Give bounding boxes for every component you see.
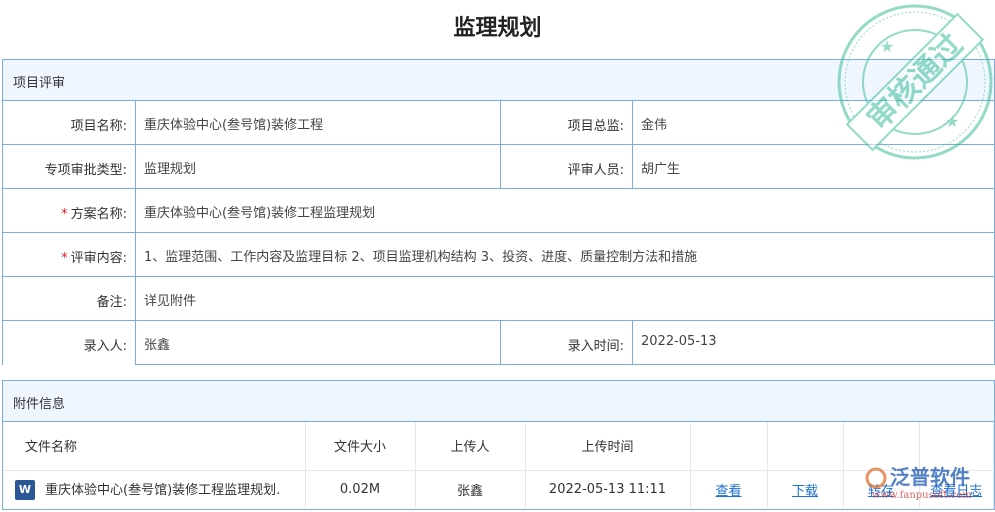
file-name: 重庆体验中心(叁号馆)装修工程监理规划. <box>45 482 281 498</box>
field-label: 评审人员: <box>501 145 633 188</box>
field-label: 项目名称: <box>3 101 136 144</box>
view-log-link[interactable]: 查看日志 <box>930 484 982 499</box>
field-label: 备注: <box>3 277 136 320</box>
table-row: W 重庆体验中心(叁号馆)装修工程监理规划. 0.02M 张鑫 2022-05-1… <box>3 470 994 508</box>
section-header: 项目评审 <box>3 60 994 101</box>
director-value: 金伟 <box>641 118 668 133</box>
col-header: 文件大小 <box>305 422 416 471</box>
field-label: * 评审内容: <box>3 233 136 276</box>
attachments-table: 文件名称 文件大小 上传人 上传时间 W 重庆体验中心(叁号馆)装修工程监理规划.… <box>3 422 994 508</box>
field-label: 项目总监: <box>501 101 633 144</box>
save-link[interactable]: 转存 <box>868 484 894 499</box>
field-label: 专项审批类型: <box>3 145 136 188</box>
project-name-value: 重庆体验中心(叁号馆)装修工程 <box>136 101 501 144</box>
project-review-section: 项目评审 项目名称: 重庆体验中心(叁号馆)装修工程 项目总监: 金伟 专项审批… <box>2 59 995 365</box>
col-header: 上传人 <box>415 422 526 471</box>
download-link[interactable]: 下载 <box>792 484 818 499</box>
entered-by-value: 张鑫 <box>136 321 501 365</box>
page-title: 监理规划 <box>453 16 542 41</box>
field-label: 录入时间: <box>501 321 633 365</box>
view-link[interactable]: 查看 <box>715 484 741 499</box>
required-mark: * <box>61 207 68 222</box>
attachments-section: 附件信息 文件名称 文件大小 上传人 上传时间 W 重庆体验中心(叁号馆)装修工程… <box>2 380 995 510</box>
field-label: 录入人: <box>3 321 136 365</box>
uploader: 张鑫 <box>415 470 526 508</box>
reviewer-value: 胡广生 <box>641 162 681 177</box>
section-header: 附件信息 <box>3 381 994 422</box>
content-value: 1、监理范围、工作内容及监理目标 2、项目监理机构结构 3、投资、进度、质量控制… <box>144 250 698 265</box>
upload-time: 2022-05-13 11:11 <box>525 470 691 508</box>
required-mark: * <box>61 251 68 266</box>
type-value: 监理规划 <box>136 145 501 188</box>
content-label: 评审内容: <box>70 251 127 266</box>
col-header: 文件名称 <box>3 422 306 471</box>
plan-value: 重庆体验中心(叁号馆)装修工程监理规划 <box>144 206 376 221</box>
field-label: * 方案名称: <box>3 189 136 232</box>
col-header: 上传时间 <box>525 422 691 471</box>
file-size: 0.02M <box>305 470 416 508</box>
entered-time-value: 2022-05-13 <box>641 334 717 349</box>
plan-label: 方案名称: <box>70 207 127 222</box>
word-file-icon: W <box>15 480 35 500</box>
remark-value: 详见附件 <box>144 294 197 309</box>
